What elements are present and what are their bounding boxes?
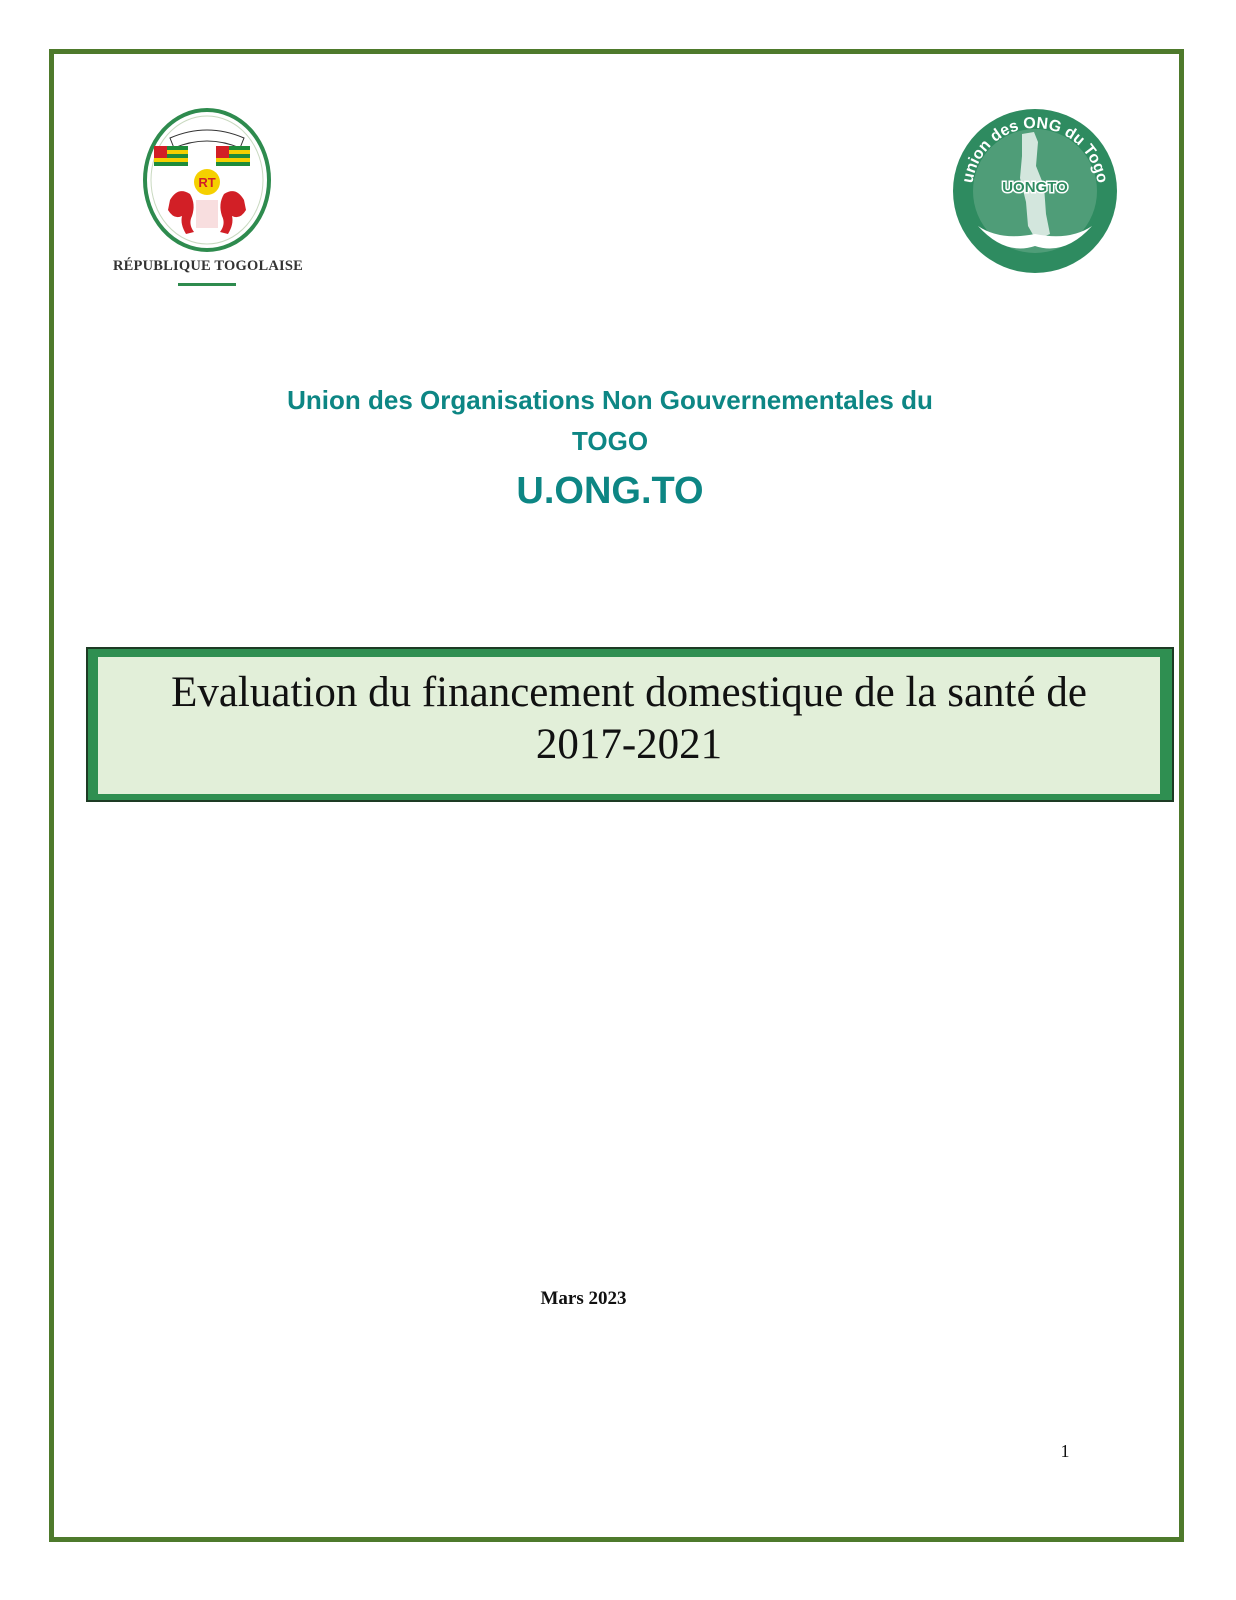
togo-coat-of-arms-icon: RT bbox=[143, 108, 271, 252]
organization-name-line2: TOGO bbox=[571, 426, 649, 456]
document-title: Evaluation du financement domestique de … bbox=[98, 667, 1160, 771]
organization-name-line1: Union des Organisations Non Gouvernement… bbox=[287, 385, 933, 415]
title-box-inner: Evaluation du financement domestique de … bbox=[98, 657, 1160, 794]
logo-center-text: UONGTO bbox=[1002, 179, 1068, 196]
republic-underline bbox=[178, 283, 236, 286]
page-number: 1 bbox=[1060, 1441, 1070, 1461]
title-box: Evaluation du financement domestique de … bbox=[86, 647, 1174, 802]
document-date: Mars 2023 bbox=[540, 1288, 627, 1309]
uongto-logo-icon: union des ONG du Togo UONGTO bbox=[953, 109, 1117, 273]
organization-name: Union des Organisations Non Gouvernement… bbox=[160, 380, 1060, 462]
document-title-line2: 2017-2021 bbox=[535, 721, 723, 768]
organization-abbreviation: U.ONG.TO bbox=[516, 470, 704, 512]
document-title-line1: Evaluation du financement domestique de … bbox=[171, 669, 1087, 716]
coat-badge-text: RT bbox=[198, 175, 215, 190]
republic-label: RÉPUBLIQUE TOGOLAISE bbox=[112, 258, 303, 274]
